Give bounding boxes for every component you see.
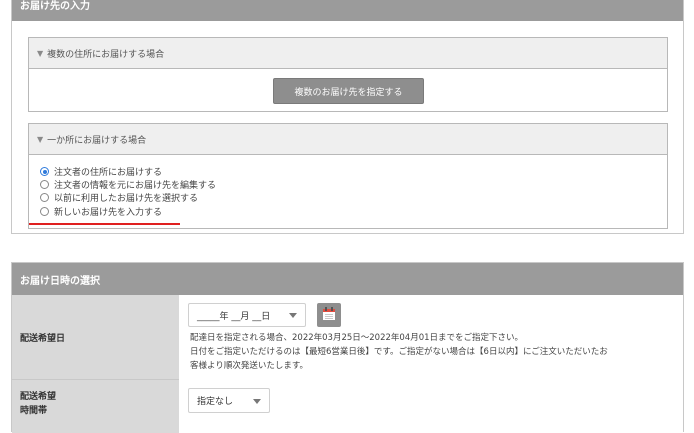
radio-label: 以前に利用したお届け先を選択する <box>54 194 199 204</box>
radio-label: 注文者の住所にお届けする <box>54 168 163 178</box>
caret-down-icon <box>253 399 261 404</box>
triangle-down-icon: ▼ <box>37 48 44 58</box>
delivery-date-select[interactable]: _____年 __月 __日 <box>188 303 306 327</box>
address-section-title: お届け先の入力 <box>12 0 683 21</box>
delivery-time-label-line1: 配送希望 <box>20 392 57 402</box>
single-address-panel: ▼ 一か所にお届けする場合 注文者の住所にお届けする 注文者の情報を元にお届け先… <box>28 123 668 229</box>
radio-button[interactable] <box>40 180 49 189</box>
specify-multiple-addresses-button[interactable]: 複数のお届け先を指定する <box>273 78 424 104</box>
delivery-date-note-3: 客様より順次発送いたします。 <box>190 361 308 371</box>
calendar-ring <box>331 307 333 311</box>
delivery-time-select[interactable]: 指定なし <box>188 388 270 413</box>
radio-option-previous-address[interactable]: 以前に利用したお届け先を選択する <box>40 191 198 204</box>
radio-button[interactable] <box>40 167 49 176</box>
radio-label: 新しいお届け先を入力する <box>54 208 163 218</box>
address-section: お届け先の入力 ▼ 複数の住所にお届けする場合 複数のお届け先を指定する ▼ 一… <box>11 0 684 234</box>
calendar-icon[interactable] <box>317 303 341 327</box>
single-address-panel-title: 一か所にお届けする場合 <box>47 135 147 146</box>
single-address-panel-header[interactable]: ▼ 一か所にお届けする場合 <box>29 124 667 155</box>
delivery-datetime-section: お届け日時の選択 配送希望日 _____年 __月 __日 配達日を指定される場… <box>11 262 684 433</box>
delivery-date-note-2: 日付をご指定いただけるのは【最短6営業日後】です。ご指定がない場合は【6日以内】… <box>190 347 608 357</box>
radio-option-orderer-address[interactable]: 注文者の住所にお届けする <box>40 165 162 178</box>
radio-label: 注文者の情報を元にお届け先を編集する <box>54 181 217 191</box>
multi-address-panel: ▼ 複数の住所にお届けする場合 複数のお届け先を指定する <box>28 37 668 112</box>
calendar-ring <box>325 307 327 311</box>
multi-address-panel-header[interactable]: ▼ 複数の住所にお届けする場合 <box>29 38 667 69</box>
multi-address-panel-title: 複数の住所にお届けする場合 <box>47 49 165 60</box>
triangle-down-icon: ▼ <box>37 134 44 144</box>
radio-button[interactable] <box>40 193 49 202</box>
highlight-underline <box>29 223 180 225</box>
delivery-section-title: お届け日時の選択 <box>12 263 683 295</box>
delivery-time-label: 配送希望 時間帯 <box>12 380 179 433</box>
delivery-time-value: 指定なし <box>197 397 234 407</box>
radio-option-new-address[interactable]: 新しいお届け先を入力する <box>40 205 162 218</box>
delivery-date-label: 配送希望日 <box>12 295 179 380</box>
caret-down-icon <box>289 313 297 318</box>
delivery-date-note-1: 配達日を指定される場合、2022年03月25日～2022年04月01日までをご指… <box>190 333 524 343</box>
radio-button[interactable] <box>40 207 49 216</box>
radio-option-edit-from-orderer[interactable]: 注文者の情報を元にお届け先を編集する <box>40 178 216 191</box>
delivery-time-label-line2: 時間帯 <box>20 406 48 416</box>
delivery-date-value: _____年 __月 __日 <box>197 311 271 322</box>
